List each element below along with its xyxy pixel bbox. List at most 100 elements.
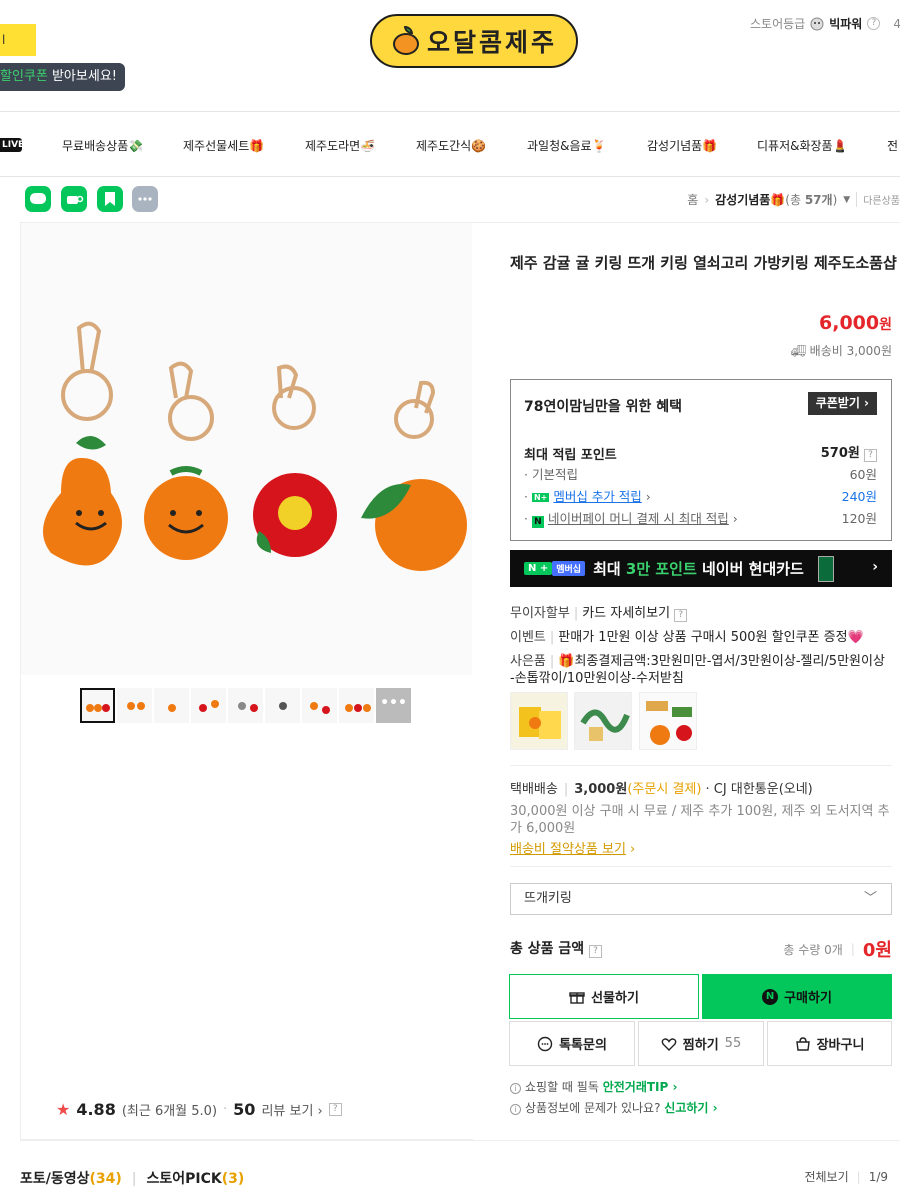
heart-icon: [661, 1037, 677, 1051]
shipping-saving-row[interactable]: 배송비 절약상품 보기 ›: [510, 838, 635, 857]
gift-image-3[interactable]: [639, 692, 697, 750]
banner-text-post: 네이버 현대카드: [696, 560, 804, 578]
cafe-share-icon[interactable]: [61, 186, 87, 212]
coupon-tip-text: 받아보세요!: [47, 69, 117, 84]
banner-text-pre: 최대: [593, 560, 626, 578]
tab-photo-video[interactable]: 포토/동영상(34): [20, 1171, 122, 1187]
bookmark-share-icon[interactable]: [97, 186, 123, 212]
coupon-tooltip[interactable]: 할인쿠폰 받아보세요!: [0, 63, 125, 91]
nav-item-diffuser[interactable]: 디퓨저&화장품💄: [757, 137, 848, 154]
gift-image-2[interactable]: [574, 692, 632, 750]
view-all-link[interactable]: 전체보기: [804, 1170, 848, 1184]
thumbnail-2[interactable]: [117, 688, 152, 723]
banner-highlight: 3만 포인트: [625, 560, 697, 578]
banner-text: 최대 3만 포인트 네이버 현대카드: [593, 558, 804, 579]
divider: [510, 765, 892, 766]
buy-button[interactable]: N 구매하기: [702, 974, 892, 1019]
npay-point-row[interactable]: · N 네이버페이 머니 결제 시 최대 적립 ›: [524, 508, 738, 528]
store-logo[interactable]: 오달콤제주: [370, 14, 578, 68]
total-label-row: 총 상품 금액 ?: [510, 938, 603, 958]
live-badge[interactable]: LIVE: [0, 138, 24, 152]
thumbnail-6[interactable]: [265, 688, 300, 723]
report-link[interactable]: 신고하기 ›: [664, 1101, 717, 1115]
thumbnail-3[interactable]: [154, 688, 189, 723]
thumbnail-more-button[interactable]: •••: [376, 688, 411, 723]
wish-button[interactable]: 찜하기 55: [638, 1021, 764, 1066]
npay-icon: N: [531, 516, 544, 528]
nav-item-more[interactable]: 전: [887, 137, 898, 154]
breadcrumb-other[interactable]: 다른상품: [856, 192, 900, 207]
cart-button[interactable]: 장바구니: [767, 1021, 892, 1066]
option-select[interactable]: 뜨개키링 ﹀: [510, 883, 892, 915]
grade-help-icon[interactable]: ?: [867, 17, 881, 30]
coupon-tip-highlight: 할인쿠폰: [0, 69, 48, 84]
npay-circle-icon: N: [762, 988, 779, 1005]
wish-count: 55: [724, 1036, 742, 1051]
talk-inquiry-button[interactable]: 톡톡문의: [509, 1021, 635, 1066]
product-price: 6,000원: [819, 312, 892, 334]
thumbnail-5[interactable]: [228, 688, 263, 723]
header-badge[interactable]: l: [0, 24, 36, 56]
rating-dot: ·: [223, 1102, 228, 1117]
total-help-icon[interactable]: ?: [589, 945, 603, 958]
nav-item-souvenir[interactable]: 감성기념품🎁: [647, 137, 717, 154]
banner-naver-plus-tag: N +: [524, 562, 553, 575]
card-promo-banner[interactable]: N + 멤버십 최대 3만 포인트 네이버 현대카드 ›: [510, 550, 892, 587]
shipping-saving-link[interactable]: 배송비 절약상품 보기: [510, 842, 626, 857]
nav-item-juice[interactable]: 과일청&음료🍹: [527, 137, 607, 154]
thumbnail-7[interactable]: [302, 688, 337, 723]
rating-recent: (최근 6개월 5.0): [121, 1104, 218, 1119]
installment-row: 무이자할부 | 카드 자세히보기 ?: [510, 602, 688, 622]
gift-icon: [569, 991, 585, 1004]
total-amount: 0원: [862, 940, 892, 961]
safe-trade-link[interactable]: 안전거래TIP ›: [603, 1080, 678, 1094]
delivery-carrier: · CJ 대한통운(오네): [705, 782, 813, 797]
shipping-fee-text: 배송비 3,000원: [809, 344, 892, 358]
gift-button[interactable]: 선물하기: [509, 974, 699, 1019]
thumbnail-8[interactable]: [339, 688, 374, 723]
thumbnail-strip: •••: [80, 688, 411, 723]
delivery-note: (주문시 결제): [627, 782, 702, 797]
point-help-icon[interactable]: ?: [864, 449, 877, 462]
membership-point-link[interactable]: 멤버십 추가 적립: [553, 489, 641, 504]
grade-more: 4: [893, 16, 900, 31]
installment-help-icon[interactable]: ?: [674, 609, 688, 622]
more-share-icon[interactable]: [132, 186, 158, 212]
tab-store-pick[interactable]: 스토어PICK(3): [147, 1171, 245, 1187]
card-icon: [817, 555, 834, 582]
breadcrumb-home[interactable]: 홈: [687, 191, 698, 208]
review-pager: 전체보기 | 1/9: [804, 1170, 888, 1184]
gift-text-2: -손톱깎이/10만원이상-수저받침: [510, 671, 684, 686]
gift-image-1[interactable]: [510, 692, 568, 750]
review-count: 50: [233, 1100, 256, 1119]
blog-share-icon[interactable]: [25, 186, 51, 212]
breadcrumb-count-suffix: ): [832, 193, 838, 207]
thumbnail-1[interactable]: [80, 688, 115, 723]
grade-value: 빅파워: [829, 17, 863, 31]
review-link[interactable]: 리뷰 보기 ›: [261, 1100, 322, 1119]
coupon-button[interactable]: 쿠폰받기 ›: [807, 392, 877, 415]
cart-button-label: 장바구니: [816, 1038, 865, 1053]
breadcrumb-count: 57개: [804, 193, 833, 207]
nav-item-free-shipping[interactable]: 무료배송상품💸: [62, 137, 143, 154]
info-icon: i: [510, 1083, 521, 1094]
membership-point-row[interactable]: · N+ 멤버십 추가 적립 ›: [524, 486, 651, 505]
safe-trade-row: i 쇼핑할 때 필독 안전거래TIP ›: [510, 1078, 677, 1095]
nav-item-gift-set[interactable]: 제주선물세트🎁: [183, 137, 264, 154]
card-detail-link[interactable]: 카드 자세히보기: [582, 606, 670, 621]
product-main-image[interactable]: [21, 223, 472, 675]
nav-item-ramen[interactable]: 제주도라면🍜: [305, 137, 375, 154]
breadcrumb-dropdown-icon[interactable]: ▼: [843, 195, 850, 205]
nav-item-snack[interactable]: 제주도간식🍪: [416, 137, 486, 154]
breadcrumb-category[interactable]: 감성기념품🎁: [715, 193, 785, 207]
tab-pick-count: (3): [221, 1171, 245, 1187]
chevron-right-icon: ›: [872, 559, 878, 575]
total-summary: 총 수량 0개 | 0원: [783, 936, 892, 962]
total-label: 총 상품 금액: [510, 941, 585, 957]
benefit-box: 78연이맘님만을 위한 혜택 쿠폰받기 › 최대 적립 포인트 570원 ? ·…: [510, 379, 892, 541]
thumbnail-4[interactable]: [191, 688, 226, 723]
npay-point-link[interactable]: 네이버페이 머니 결제 시 최대 적립: [548, 511, 729, 526]
tab-photo-label: 포토/동영상: [20, 1171, 90, 1187]
review-tabs: 포토/동영상(34) | 스토어PICK(3): [20, 1171, 245, 1187]
review-help-icon[interactable]: ?: [328, 1103, 342, 1116]
